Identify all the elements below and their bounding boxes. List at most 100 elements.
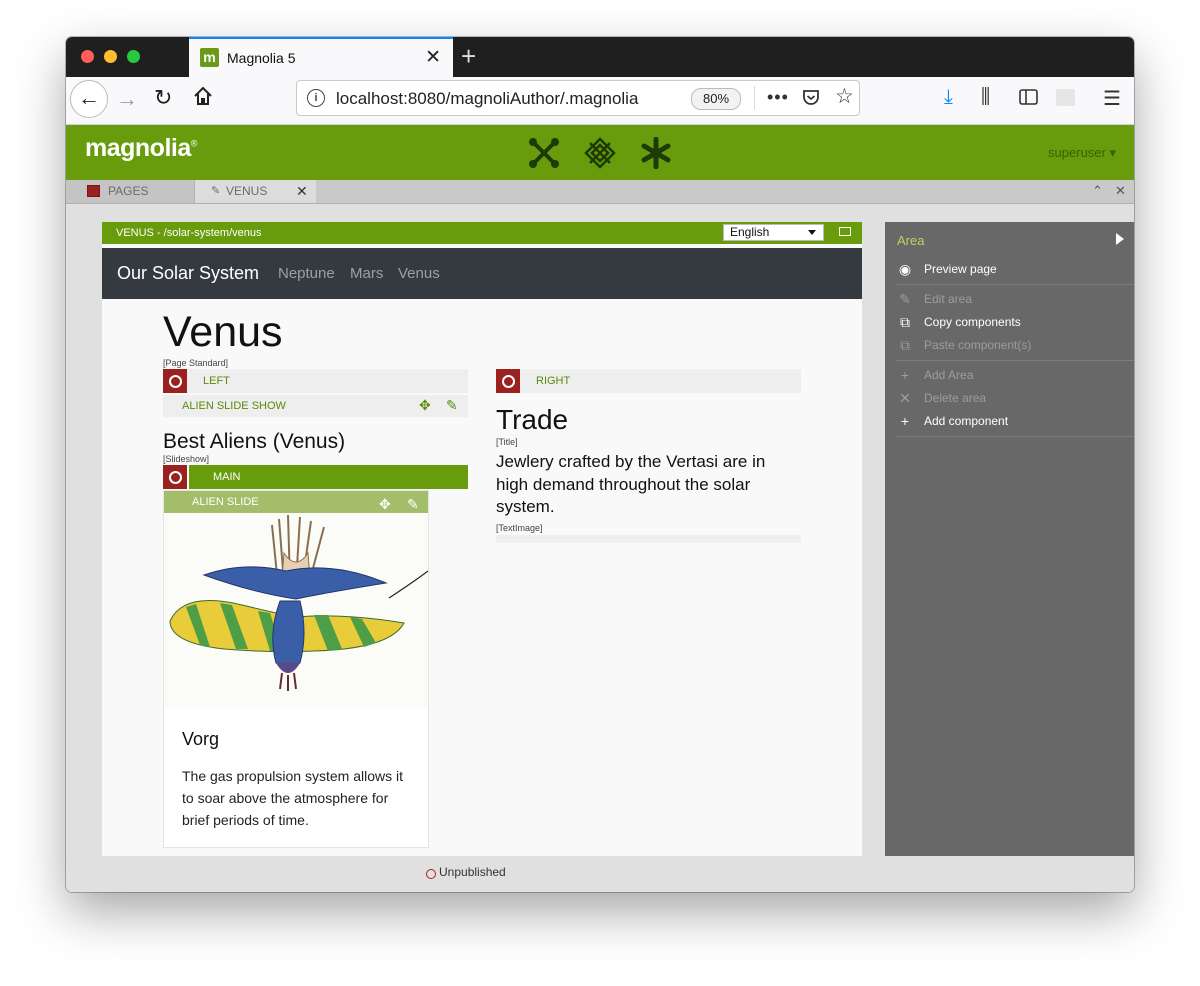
browser-toolbar: ← → ↻ i localhost:8080/magnoliAuthor/.ma… <box>66 77 1134 125</box>
app-launcher-icon[interactable] <box>528 137 560 169</box>
pages-app-icon <box>87 185 100 197</box>
main-area-label: MAIN <box>189 465 468 489</box>
preview-window-icon[interactable] <box>839 227 851 236</box>
right-area-bar[interactable]: RIGHT <box>496 369 801 393</box>
tab-pages-label: PAGES <box>108 184 149 198</box>
move-icon[interactable]: ✥ <box>379 493 391 515</box>
reload-icon[interactable]: ↻ <box>154 85 172 111</box>
slide-title: Vorg <box>182 729 220 749</box>
title-tag: [Title] <box>496 437 518 447</box>
action-label: Preview page <box>924 262 997 276</box>
hamburger-menu-icon[interactable]: ☰ <box>1103 86 1121 111</box>
home-icon[interactable] <box>193 86 213 106</box>
area-toggle-icon[interactable] <box>496 369 520 393</box>
bookmark-star-icon[interactable]: ☆ <box>835 84 854 109</box>
pocket-icon[interactable] <box>802 89 820 106</box>
panel-divider <box>895 284 1134 285</box>
address-bar[interactable]: i localhost:8080/magnoliAuthor/.magnolia… <box>296 80 860 116</box>
paste-icon: ⧉ <box>900 337 910 353</box>
textimage-component-bar[interactable] <box>496 535 801 543</box>
tab-venus-label: VENUS <box>226 184 268 198</box>
copy-icon: ⧉ <box>900 314 910 330</box>
panel-divider <box>895 360 1134 361</box>
page-editor-frame: VENUS - /solar-system/venus English Our … <box>102 222 862 856</box>
action-panel: Area ◉ Preview page ✎ Edit area ⧉ Copy c… <box>885 222 1134 856</box>
left-area-label: LEFT <box>203 375 230 387</box>
language-value: English <box>730 225 770 239</box>
left-area-bar[interactable]: LEFT <box>163 369 468 393</box>
sidebar-icon[interactable] <box>1019 89 1038 105</box>
tab-pages[interactable]: PAGES <box>66 180 195 203</box>
url-separator <box>754 86 755 110</box>
chevron-down-icon <box>808 230 816 235</box>
nav-link-neptune[interactable]: Neptune <box>278 265 335 282</box>
magnolia-logo[interactable]: magnolia® <box>85 134 197 163</box>
close-tab-icon[interactable]: ✕ <box>296 180 308 203</box>
alien-drawing-image <box>164 513 428 709</box>
pencil-icon: ✎ <box>211 185 221 197</box>
page-title: Venus <box>163 308 283 356</box>
main-area-bar[interactable]: MAIN <box>163 465 468 489</box>
collapse-icon[interactable]: ⌃ <box>1092 183 1103 199</box>
unpublished-status-icon <box>426 869 436 879</box>
user-menu[interactable]: superuser ▾ <box>1048 145 1116 161</box>
slide-text: The gas propulsion system allows it to s… <box>182 768 403 828</box>
slideshow-tag: [Slideshow] <box>163 454 210 464</box>
alien-slideshow-component-bar[interactable]: ALIEN SLIDE SHOW ✥ ✎ <box>163 395 468 417</box>
zoom-level-badge[interactable]: 80% <box>691 88 741 110</box>
nav-link-mars[interactable]: Mars <box>350 265 383 282</box>
magnolia-header: magnolia® superuser ▾ <box>66 125 1134 180</box>
x-icon: ✕ <box>899 390 911 406</box>
logo-text: magnolia <box>85 134 191 162</box>
window-minimize-button[interactable] <box>104 50 117 63</box>
component-label: ALIEN SLIDE SHOW <box>182 400 286 412</box>
edit-pencil-icon[interactable]: ✎ <box>407 493 419 515</box>
plus-icon: + <box>900 367 910 383</box>
action-label: Delete area <box>924 391 987 405</box>
back-arrow-icon[interactable]: ← <box>70 80 108 118</box>
forward-arrow-icon[interactable]: → <box>116 86 138 112</box>
area-toggle-icon[interactable] <box>163 369 187 393</box>
downloads-icon[interactable]: ⤓ <box>944 86 953 109</box>
window-maximize-button[interactable] <box>127 50 140 63</box>
library-icon[interactable]: ⫼ <box>981 86 990 109</box>
close-app-icon[interactable]: ✕ <box>1115 183 1126 199</box>
alien-slide-component-bar[interactable]: ALIEN SLIDE ✥ ✎ <box>164 491 428 513</box>
new-tab-icon[interactable]: + <box>461 41 476 72</box>
move-icon[interactable]: ✥ <box>419 397 431 414</box>
browser-tab[interactable]: m Magnolia 5 ✕ <box>189 37 453 77</box>
area-toggle-icon[interactable] <box>163 465 187 489</box>
site-brand[interactable]: Our Solar System <box>117 263 259 284</box>
browser-window: m Magnolia 5 ✕ + ← → ↻ i localhost:8080/… <box>66 37 1134 892</box>
action-label: Add Area <box>924 368 974 382</box>
page-path: VENUS - /solar-system/venus <box>116 227 262 239</box>
window-close-button[interactable] <box>81 50 94 63</box>
magnolia-favicon-icon: m <box>200 48 219 67</box>
slide-label: ALIEN SLIDE <box>192 496 259 508</box>
pencil-icon: ✎ <box>899 291 911 307</box>
extension-icon[interactable] <box>1056 89 1075 106</box>
edit-pencil-icon[interactable]: ✎ <box>446 397 458 414</box>
browser-tab-title: Magnolia 5 <box>227 50 296 66</box>
tab-strip: m Magnolia 5 ✕ + <box>66 37 1134 77</box>
pulse-icon[interactable] <box>584 137 616 169</box>
collapse-panel-arrow-icon[interactable] <box>1116 233 1124 245</box>
site-navbar: Our Solar System Neptune Mars Venus <box>102 248 862 299</box>
trade-heading: Trade <box>496 404 569 435</box>
action-label: Add component <box>924 414 1009 428</box>
language-select[interactable]: English <box>723 224 824 241</box>
favorites-asterisk-icon[interactable] <box>640 137 672 169</box>
panel-divider <box>895 436 1134 437</box>
url-text[interactable]: localhost:8080/magnoliAuthor/.magnolia <box>336 89 652 109</box>
alien-slide-card: ALIEN SLIDE ✥ ✎ Vorg The gas propulsion … <box>163 490 429 848</box>
action-panel-header: Area <box>897 233 925 248</box>
tab-venus[interactable]: ✎ VENUS ✕ <box>195 180 316 203</box>
page-path-bar: VENUS - /solar-system/venus English <box>102 222 862 244</box>
eye-icon: ◉ <box>898 261 912 277</box>
page-actions-icon[interactable]: ••• <box>767 87 789 108</box>
close-tab-icon[interactable]: ✕ <box>425 46 441 69</box>
info-icon[interactable]: i <box>307 89 325 107</box>
app-tabs: PAGES ✎ VENUS ✕ ⌃ ✕ <box>66 180 1134 204</box>
nav-link-venus[interactable]: Venus <box>398 265 440 282</box>
slideshow-heading: Best Aliens (Venus) <box>163 430 346 453</box>
